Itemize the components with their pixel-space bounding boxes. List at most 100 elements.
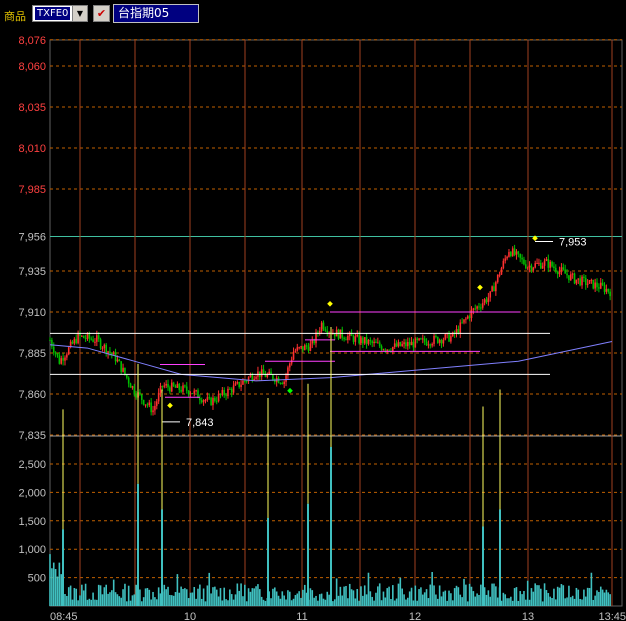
price-tick-label: 7,956	[18, 232, 46, 244]
volume-bar	[455, 585, 458, 606]
candle-body	[94, 341, 96, 343]
volume-bar	[457, 587, 460, 606]
volume-bar	[392, 585, 394, 606]
volume-bar	[182, 588, 184, 606]
volume-bar	[219, 588, 222, 606]
volume-bar	[438, 585, 441, 606]
candle-body	[103, 344, 106, 349]
candle-body	[412, 341, 415, 348]
candle-body	[423, 338, 426, 342]
volume-bar	[440, 596, 443, 606]
volume-bar	[191, 592, 194, 606]
candle-body	[519, 253, 522, 258]
volume-bar	[253, 588, 255, 606]
candle-body	[571, 273, 574, 275]
volume-bar	[257, 584, 259, 606]
chevron-down-icon[interactable]: ▼	[72, 6, 87, 21]
candle-body	[300, 346, 302, 348]
candle-body	[245, 380, 248, 382]
volume-bar	[444, 590, 447, 606]
volume-bar	[525, 599, 527, 606]
price-volume-chart[interactable]: 8,076 8,060 8,035 8,010 7,985 7,956 7,935 7,910…	[0, 28, 626, 621]
volume-bar	[56, 576, 59, 606]
candle-body	[131, 386, 134, 388]
checkbox-checked-icon[interactable]: ✔	[93, 5, 110, 22]
volume-bar	[418, 589, 420, 606]
candle-body	[480, 307, 482, 309]
volume-bar	[298, 591, 300, 606]
symbol-select[interactable]: TXFE0 ▼	[32, 5, 88, 22]
volume-bar	[174, 592, 177, 606]
candle-body	[200, 400, 203, 403]
candle-body	[536, 263, 538, 265]
volume-bar	[221, 600, 224, 606]
volume-bar	[232, 599, 235, 606]
candle-body	[485, 299, 488, 303]
candle-body	[549, 261, 551, 268]
volume-bar	[453, 588, 456, 606]
candle-body	[579, 278, 581, 286]
volume-bar	[317, 600, 319, 606]
volume-bar	[478, 594, 480, 606]
candle-body	[148, 402, 151, 406]
candle-body	[161, 385, 164, 387]
candle-body	[605, 288, 608, 292]
candle-body	[296, 347, 299, 351]
volume-bar	[607, 592, 610, 606]
candle-body	[251, 375, 254, 381]
volume-bar	[540, 588, 542, 606]
candle-body	[244, 380, 246, 382]
volume-bar	[573, 598, 576, 606]
candle-body	[189, 393, 192, 395]
candle-body	[214, 397, 216, 402]
candle-body	[590, 279, 593, 281]
candle-body	[298, 347, 300, 349]
candle-body	[581, 276, 583, 286]
volume-bar	[408, 591, 411, 606]
candle-body	[112, 352, 115, 355]
volume-bar	[549, 596, 551, 606]
volume-bar	[126, 601, 128, 606]
volume-bar	[380, 600, 383, 606]
candle-body	[146, 404, 149, 406]
volume-bar	[588, 588, 591, 606]
volume-bar	[288, 591, 291, 606]
volume-bar	[493, 583, 495, 606]
volume-bar	[64, 594, 66, 606]
candle-body	[399, 342, 402, 346]
candle-body	[101, 348, 104, 350]
volume-bar	[225, 599, 227, 606]
volume-tick-label: 500	[28, 573, 46, 585]
candle-body	[225, 395, 227, 397]
volume-spike-bar	[482, 526, 484, 606]
candle-body	[324, 329, 327, 331]
volume-bar	[412, 600, 415, 606]
candle-body	[215, 401, 218, 403]
volume-bar	[217, 596, 220, 606]
volume-bar	[410, 587, 413, 606]
volume-bar	[292, 598, 295, 606]
volume-bar	[193, 586, 196, 606]
candle-body	[541, 265, 544, 269]
candle-body	[272, 374, 274, 380]
candle-body	[210, 397, 212, 406]
candle-body	[281, 383, 284, 385]
symbol-value: TXFE0	[35, 7, 71, 20]
candle-body	[562, 267, 565, 270]
volume-bar	[347, 598, 349, 606]
candle-body	[144, 404, 147, 406]
volume-bar	[348, 583, 351, 606]
time-tick-label: 10	[184, 611, 196, 621]
time-tick-label: 13	[522, 611, 534, 621]
volume-bar	[566, 597, 568, 606]
volume-bar	[562, 585, 565, 606]
volume-bar	[283, 595, 285, 606]
volume-bar	[448, 590, 450, 606]
volume-bar	[116, 594, 119, 606]
volume-bar	[150, 599, 152, 606]
candle-body	[322, 322, 325, 330]
volume-bar	[521, 594, 523, 606]
volume-bar	[363, 585, 366, 606]
candle-body	[260, 369, 263, 377]
volume-bar	[281, 591, 284, 606]
